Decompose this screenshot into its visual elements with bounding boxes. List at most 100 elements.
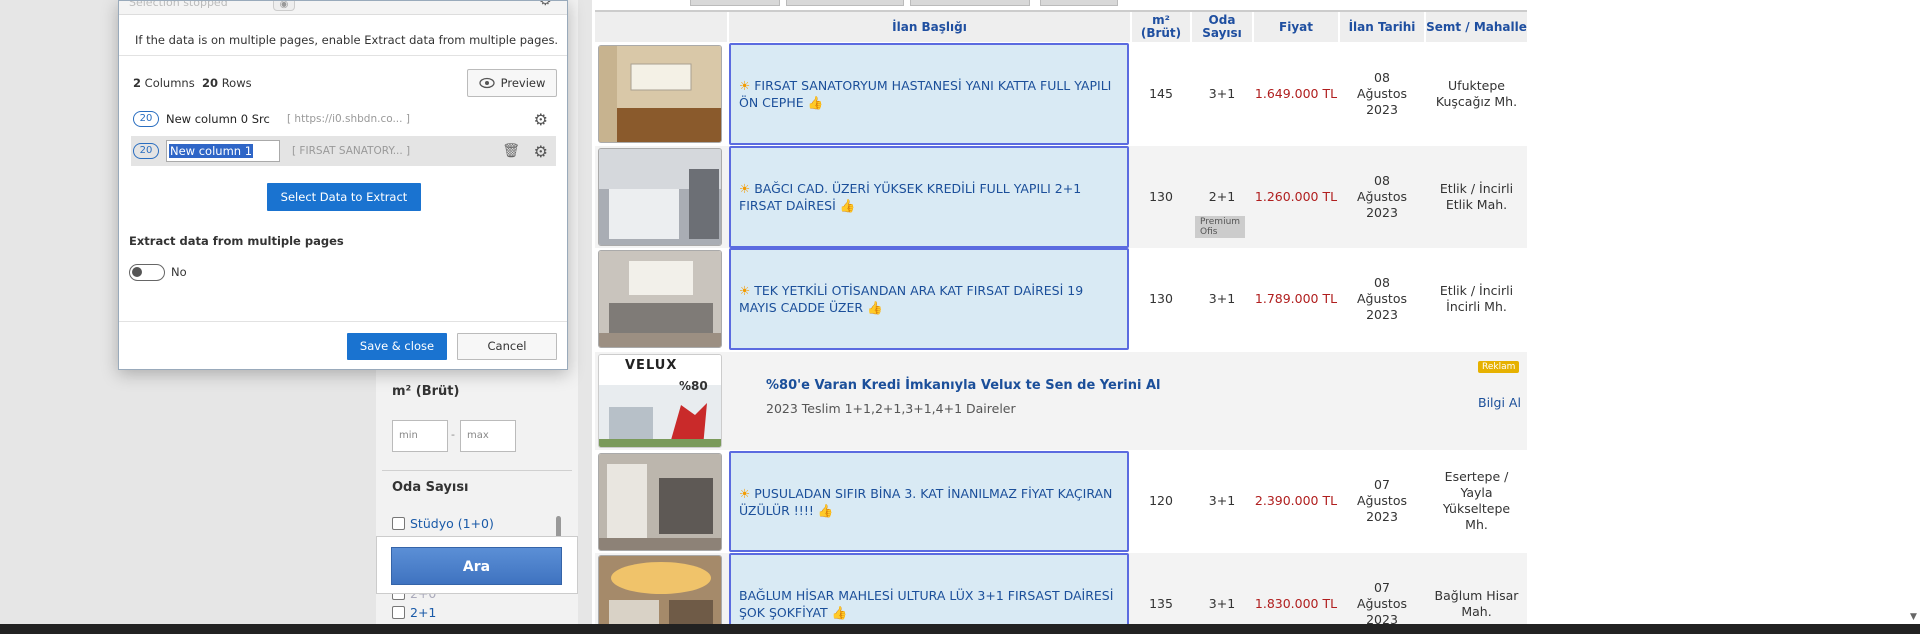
- listing-title[interactable]: ☀ BAĞCI CAD. ÜZERİ YÜKSEK KREDİLİ FULL Y…: [729, 146, 1246, 248]
- tab[interactable]: [910, 0, 1030, 6]
- columns-count: 2: [133, 76, 142, 90]
- column-preview: [ FIRSAT SANATORY... ]: [292, 145, 411, 157]
- table-row[interactable]: ☀ FIRSAT SANATORYUM HASTANESİ YANI KATTA…: [595, 42, 1527, 146]
- dialog-header: Selection stopped ◉ ⚙: [119, 1, 567, 15]
- checkbox[interactable]: [392, 517, 405, 530]
- tab[interactable]: [786, 0, 904, 6]
- listing-title-text: BAĞLUM HİSAR MAHLESİ ULTURA LÜX 3+1 FIRS…: [739, 588, 1114, 620]
- thumbs-up-icon: 👍: [817, 502, 834, 518]
- header-title[interactable]: İlan Başlığı: [729, 12, 1130, 42]
- listing-rooms: 3+1: [1208, 291, 1236, 306]
- listing-title[interactable]: ☀ TEK YETKİLİ OTİSANDAN ARA KAT FIRSAT D…: [729, 248, 1129, 350]
- listing-date: 08 Ağustos 2023: [1357, 173, 1407, 220]
- listing-title[interactable]: BAĞLUM HİSAR MAHLESİ ULTURA LÜX 3+1 FIRS…: [729, 553, 1129, 624]
- listing-photo[interactable]: [598, 555, 722, 624]
- m2-min-input[interactable]: min: [392, 420, 448, 452]
- listing-title[interactable]: ☀ PUSULADAN SIFIR BİNA 3. KAT İNANILMAZ …: [729, 451, 1129, 552]
- ad-image[interactable]: VELUX %80: [598, 354, 722, 448]
- search-button[interactable]: Ara: [391, 547, 562, 585]
- thumbs-up-icon: 👍: [831, 605, 848, 620]
- thumbs-up-icon: 👍: [839, 198, 856, 213]
- bottom-bar: [0, 624, 1920, 634]
- listing-photo[interactable]: [598, 453, 722, 551]
- table-row[interactable]: ☀ TEK YETKİLİ OTİSANDAN ARA KAT FIRSAT D…: [595, 248, 1527, 350]
- table-row[interactable]: ☀ BAĞCI CAD. ÜZERİ YÜKSEK KREDİLİ FULL Y…: [595, 146, 1527, 248]
- listing-m2: 130: [1149, 189, 1173, 204]
- header-rooms[interactable]: Oda Sayısı: [1192, 12, 1252, 42]
- listing-photo[interactable]: [598, 45, 722, 143]
- listing-date: 07 Ağustos 2023: [1357, 580, 1407, 624]
- eye-icon[interactable]: ◉: [273, 1, 295, 11]
- preview-button[interactable]: Preview: [467, 69, 557, 97]
- scroll-down-icon[interactable]: ▼: [1910, 612, 1917, 622]
- sun-icon: ☀: [739, 78, 751, 93]
- trash-icon[interactable]: 🗑: [502, 143, 520, 159]
- cancel-button[interactable]: Cancel: [457, 333, 557, 360]
- listing-photo[interactable]: [598, 148, 722, 246]
- listing-location: Etlik / İncirli İncirli Mh.: [1439, 283, 1514, 314]
- listing-location: Etlik / İncirli Etlik Mah.: [1439, 181, 1514, 212]
- rows-word: Rows: [221, 76, 252, 90]
- ad-image-text: %80: [679, 379, 708, 393]
- filter-rooms-title: Oda Sayısı: [392, 480, 469, 495]
- search-panel: Ara: [376, 536, 578, 594]
- header-date[interactable]: İlan Tarihi: [1340, 12, 1424, 42]
- header-m2[interactable]: m² (Brüt): [1132, 12, 1190, 42]
- listing-location: Ufuktepe Kuşcağız Mh.: [1435, 78, 1518, 109]
- listing-title-text: PUSULADAN SIFIR BİNA 3. KAT İNANILMAZ Fİ…: [739, 485, 1113, 518]
- column-preview: [ https://i0.shbdn.co... ]: [287, 113, 410, 125]
- listing-rooms: 3+1: [1208, 596, 1236, 611]
- select-data-button[interactable]: Select Data to Extract: [267, 183, 421, 211]
- listing-date: 07 Ağustos 2023: [1357, 477, 1407, 524]
- divider: [119, 321, 567, 322]
- sun-icon: ☀: [739, 181, 751, 196]
- checkbox[interactable]: [392, 606, 405, 619]
- gear-icon[interactable]: ⚙: [539, 1, 552, 9]
- room-option-label: 2+1: [410, 605, 437, 620]
- ad-badge: Reklam: [1478, 361, 1520, 373]
- tab[interactable]: [690, 0, 780, 6]
- header-location[interactable]: Semt / Mahalle: [1426, 12, 1527, 42]
- ad-title[interactable]: %80'e Varan Kredi İmkanıyla Velux te Sen…: [766, 378, 1160, 393]
- column-count-badge: 20: [133, 143, 159, 159]
- filter-m2-title: m² (Brüt): [392, 384, 460, 399]
- column-name-input[interactable]: New column 1: [166, 140, 280, 162]
- save-close-button[interactable]: Save & close: [347, 333, 447, 360]
- listing-location: Bağlum Hisar Mah.: [1434, 588, 1519, 619]
- column-row-count: 2 Columns 20 Rows: [133, 76, 252, 90]
- room-option-studio[interactable]: Stüdyo (1+0): [392, 516, 494, 531]
- column-name: New column 0 Src: [166, 112, 270, 126]
- table-row[interactable]: ☀ PUSULADAN SIFIR BİNA 3. KAT İNANILMAZ …: [595, 450, 1527, 552]
- table-row[interactable]: BAĞLUM HİSAR MAHLESİ ULTURA LÜX 3+1 FIRS…: [595, 553, 1527, 624]
- thumbs-up-icon: 👍: [807, 95, 824, 110]
- listing-title[interactable]: ☀ FIRSAT SANATORYUM HASTANESİ YANI KATTA…: [729, 43, 1129, 145]
- selected-text: New column 1: [169, 144, 254, 158]
- columns-word: Columns: [144, 76, 195, 90]
- ad-row[interactable]: VELUX %80 %80'e Varan Kredi İmkanıyla Ve…: [595, 352, 1527, 450]
- header-price[interactable]: Fiyat: [1254, 12, 1338, 42]
- ad-info-link[interactable]: Bilgi Al: [1478, 395, 1521, 410]
- listing-photo[interactable]: [598, 250, 722, 348]
- listing-rooms: 3+1: [1208, 86, 1236, 101]
- room-option-2-1[interactable]: 2+1: [392, 605, 436, 620]
- listing-location: Esertepe / Yayla Yükseltepe Mh.: [1442, 469, 1511, 532]
- range-separator: -: [451, 428, 455, 441]
- listing-date: 08 Ağustos 2023: [1357, 275, 1407, 322]
- tab[interactable]: [1040, 0, 1118, 6]
- ad-subtitle: 2023 Teslim 1+1,2+1,3+1,4+1 Daireler: [766, 401, 1016, 416]
- multi-page-label: Extract data from multiple pages: [129, 234, 344, 248]
- gear-icon[interactable]: ⚙: [534, 142, 548, 161]
- page-scrollbar[interactable]: ▼: [1908, 0, 1920, 634]
- column-item-selected[interactable]: 20 New column 1 [ FIRSAT SANATORY... ] 🗑…: [131, 136, 556, 166]
- selection-status: Selection stopped: [129, 1, 228, 9]
- gear-icon[interactable]: ⚙: [534, 110, 548, 129]
- multi-page-note: If the data is on multiple pages, enable…: [135, 33, 559, 47]
- column-item[interactable]: 20 New column 0 Src [ https://i0.shbdn.c…: [131, 104, 556, 134]
- m2-max-input[interactable]: max: [460, 420, 516, 452]
- tab-strip: [690, 0, 1170, 6]
- listing-m2: 145: [1149, 86, 1173, 101]
- multi-page-toggle[interactable]: [129, 264, 165, 281]
- listing-price: 1.830.000 TL: [1254, 596, 1338, 611]
- listing-price: 1.260.000 TL: [1254, 189, 1338, 204]
- listing-m2: 130: [1149, 291, 1173, 306]
